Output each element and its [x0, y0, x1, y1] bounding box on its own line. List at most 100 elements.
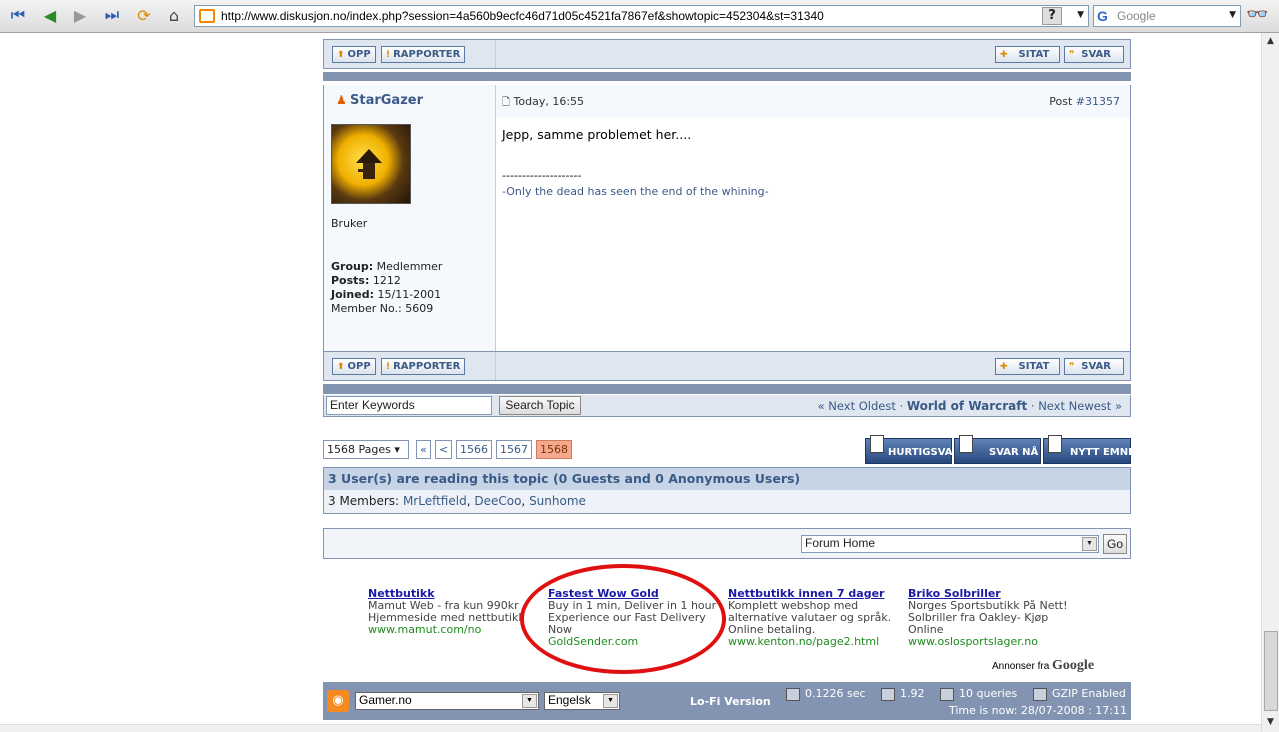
document-icon	[1048, 435, 1062, 453]
member-link[interactable]: MrLeftfield	[403, 494, 467, 508]
post-header: ♟ StarGazer 🗋 Today, 16:55 Post #31357	[323, 85, 1131, 117]
topic-search-row: Enter Keywords Search Topic « Next Oldes…	[323, 395, 1131, 417]
vertical-scrollbar[interactable]: ▲ ▼	[1261, 33, 1279, 732]
signature: -Only the dead has seen the end of the w…	[502, 185, 769, 198]
post-time: 🗋 Today, 16:55	[502, 95, 585, 108]
current-page: 1568	[536, 440, 572, 459]
member-number: Member No.: 5609	[331, 302, 434, 315]
ad-item[interactable]: Briko Solbriller Norges Sportsbutikk På …	[908, 588, 1084, 648]
search-placeholder: Google	[1117, 9, 1156, 23]
quote-button[interactable]: ✚ SITAT	[995, 358, 1060, 375]
language-select[interactable]: Engelsk ▼	[544, 692, 620, 710]
chevron-down-icon[interactable]: ▼	[603, 694, 618, 708]
rss-icon[interactable]: ◉	[327, 690, 349, 712]
ad-url[interactable]: www.kenton.no/page2.html	[728, 636, 904, 648]
avatar	[331, 124, 411, 204]
quote-button[interactable]: ✚ SITAT	[995, 46, 1060, 63]
next-oldest-link[interactable]: « Next Oldest	[818, 399, 896, 413]
chevron-down-icon[interactable]: ▼	[1229, 10, 1236, 20]
post-divider	[323, 384, 1131, 394]
page-link-1567[interactable]: 1567	[496, 440, 532, 459]
url-text[interactable]: http://www.diskusjon.no/index.php?sessio…	[221, 9, 824, 23]
prev-page-button[interactable]: <	[435, 440, 453, 459]
reply-button[interactable]: ❞ SVAR	[1064, 358, 1124, 375]
server-load: 1.92	[881, 687, 925, 701]
arrow-up-icon: ⬆	[337, 361, 345, 372]
go-button[interactable]: Go	[1103, 534, 1127, 554]
ad-title[interactable]: Briko Solbriller	[908, 588, 1084, 600]
fast-forward-icon[interactable]: ⏭	[100, 4, 124, 26]
quote-marks-icon: ❞	[1069, 49, 1075, 60]
pagination-row: 1568 Pages ▾ « < 1566 1567 1568 HURTIGSV…	[323, 435, 1135, 464]
ad-item[interactable]: Nettbutikk Mamut Web - fra kun 990kr Hje…	[368, 588, 544, 636]
forum-link[interactable]: World of Warcraft	[907, 399, 1027, 413]
document-icon	[959, 435, 973, 453]
post-author[interactable]: StarGazer	[350, 93, 423, 108]
forum-jump-select[interactable]: Forum Home ▼	[801, 535, 1099, 553]
signature-divider: --------------------	[502, 169, 582, 182]
quick-reply-button[interactable]: HURTIGSVAR	[865, 435, 960, 464]
chevron-down-icon[interactable]: ▼	[1077, 10, 1084, 20]
new-topic-button[interactable]: NYTT EMNE	[1043, 435, 1135, 464]
reply-now-button[interactable]: SVAR NÅ	[954, 435, 1041, 464]
topic-navigation: « Next Oldest · World of Warcraft · Next…	[817, 399, 1122, 413]
glasses-icon[interactable]: 👓	[1246, 4, 1268, 25]
next-newest-link[interactable]: Next Newest »	[1038, 399, 1122, 413]
up-button[interactable]: ⬆ OPP	[332, 46, 376, 63]
readers-list: 3 Members: MrLeftfield, DeeCoo, Sunhome	[324, 490, 1130, 513]
report-button[interactable]: ! RAPPORTER	[381, 46, 466, 63]
gzip-status: GZIP Enabled	[1033, 687, 1126, 701]
home-icon[interactable]: ⌂	[162, 4, 186, 26]
ad-title[interactable]: Nettbutikk	[368, 588, 544, 600]
post-number: Post #31357	[1049, 95, 1120, 108]
scroll-thumb[interactable]	[1264, 631, 1278, 711]
report-button[interactable]: ! RAPPORTER	[381, 358, 466, 375]
exclamation-icon: !	[386, 49, 391, 60]
plus-icon: ✚	[1000, 361, 1008, 372]
site-favicon-icon	[199, 9, 215, 23]
browser-toolbar: ⏮ ◀ ▶ ⏭ ⟳ ⌂ http://www.diskusjon.no/inde…	[0, 0, 1279, 33]
post-number-link[interactable]: #31357	[1076, 95, 1120, 108]
search-bar[interactable]: G Google ▼	[1093, 5, 1241, 27]
first-page-button[interactable]: «	[416, 440, 431, 459]
query-count: 10 queries	[940, 687, 1017, 701]
pages-dropdown[interactable]: 1568 Pages ▾	[323, 440, 409, 459]
scroll-down-icon[interactable]: ▼	[1262, 714, 1279, 731]
user-rank: Bruker	[331, 217, 368, 230]
chevron-down-icon[interactable]: ▼	[522, 694, 537, 708]
time-now: Time is now: 28/07-2008 : 17:11	[948, 704, 1127, 717]
ad-item[interactable]: Nettbutikk innen 7 dager Komplett websho…	[728, 588, 904, 648]
forum-jump: Forum Home ▼ Go	[323, 528, 1131, 559]
plus-icon: ✚	[1000, 49, 1008, 60]
keyword-input[interactable]: Enter Keywords	[326, 396, 492, 415]
horizontal-scrollbar[interactable]	[0, 724, 1261, 732]
member-link[interactable]: Sunhome	[529, 494, 586, 508]
help-button[interactable]: ?	[1042, 7, 1062, 25]
site-select[interactable]: Gamer.no ▼	[355, 692, 539, 710]
active-readers: 3 User(s) are reading this topic (0 Gues…	[323, 467, 1131, 514]
lofi-link[interactable]: Lo-Fi Version	[690, 695, 771, 708]
ads-by-google[interactable]: Annonser fra Google	[992, 658, 1094, 674]
ad-url[interactable]: www.oslosportslager.no	[908, 636, 1084, 648]
page-link-1566[interactable]: 1566	[456, 440, 492, 459]
rewind-icon[interactable]: ⏮	[6, 4, 30, 26]
reply-button[interactable]: ❞ SVAR	[1064, 46, 1124, 63]
address-bar[interactable]: http://www.diskusjon.no/index.php?sessio…	[194, 5, 1089, 27]
search-topic-button[interactable]: Search Topic	[499, 396, 581, 415]
scroll-up-icon[interactable]: ▲	[1262, 33, 1279, 50]
chevron-down-icon[interactable]: ▼	[1082, 537, 1097, 551]
ad-url[interactable]: www.mamut.com/no	[368, 624, 544, 636]
up-button[interactable]: ⬆ OPP	[332, 358, 376, 375]
wizard-figure-icon	[356, 149, 382, 179]
post-actions-bar: ⬆ OPP ! RAPPORTER ✚ SITAT ❞ SVAR	[323, 39, 1131, 69]
member-link[interactable]: DeeCoo	[474, 494, 521, 508]
user-icon: ♟	[336, 93, 347, 107]
forward-icon[interactable]: ▶	[68, 4, 92, 26]
ad-description: Komplett webshop med alternative valutae…	[728, 600, 892, 636]
reload-icon[interactable]: ⟳	[132, 4, 156, 26]
back-icon[interactable]: ◀	[38, 4, 62, 26]
readers-header: 3 User(s) are reading this topic (0 Gues…	[324, 468, 1130, 490]
footer-bar: ◉ Gamer.no ▼ Engelsk ▼ Lo-Fi Version 0.1…	[323, 682, 1131, 720]
ad-description: Mamut Web - fra kun 990kr Hjemmeside med…	[368, 600, 525, 624]
ad-title[interactable]: Nettbutikk innen 7 dager	[728, 588, 904, 600]
